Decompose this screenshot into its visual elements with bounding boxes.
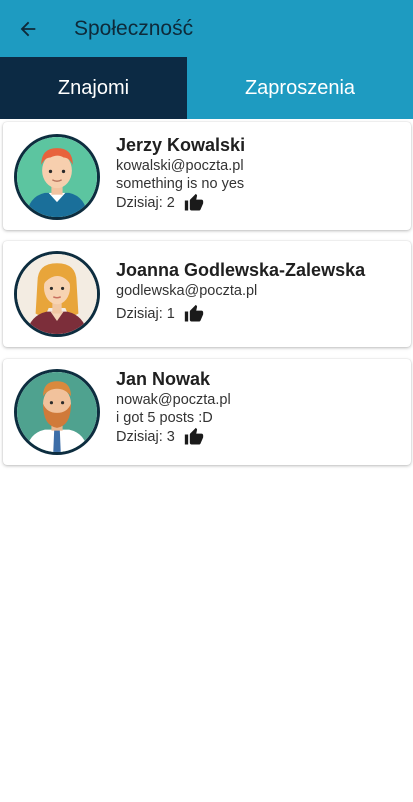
thumbs-up-icon[interactable] — [183, 427, 205, 447]
page-title: Społeczność — [74, 16, 194, 40]
friend-name: Joanna Godlewska-Zalewska — [116, 260, 366, 280]
tab-invitations[interactable]: Zaproszenia — [187, 57, 413, 119]
friend-name: Jerzy Kowalski — [116, 135, 246, 155]
tab-friends[interactable]: Znajomi — [0, 57, 187, 119]
thumbs-up-icon[interactable] — [183, 304, 205, 324]
friend-status: something is no yes — [116, 176, 245, 192]
avatar — [14, 369, 100, 455]
friend-email: nowak@poczta.pl — [116, 392, 231, 408]
friend-card[interactable]: Joanna Godlewska-Zalewska godlewska@pocz… — [3, 241, 411, 347]
friend-card[interactable]: Jerzy Kowalski kowalski@poczta.pl someth… — [3, 122, 411, 230]
friend-email: godlewska@poczta.pl — [116, 283, 258, 299]
friend-name: Jan Nowak — [116, 369, 211, 389]
likes-count: Dzisiaj: 3 — [116, 427, 231, 447]
app-bar: Społeczność — [0, 0, 413, 57]
likes-label: Dzisiaj: 1 — [116, 306, 175, 322]
arrow-left-icon — [20, 21, 36, 36]
likes-label: Dzisiaj: 3 — [116, 429, 175, 445]
friend-email: kowalski@poczta.pl — [116, 158, 244, 174]
friend-status: i got 5 posts :D — [116, 410, 213, 426]
likes-count: Dzisiaj: 2 — [116, 193, 245, 213]
tab-bar: Znajomi Zaproszenia — [0, 57, 413, 119]
avatar — [14, 251, 100, 337]
avatar — [14, 134, 100, 220]
thumbs-up-icon[interactable] — [183, 193, 205, 213]
friend-card[interactable]: Jan Nowak nowak@poczta.pl i got 5 posts … — [3, 359, 411, 465]
likes-label: Dzisiaj: 2 — [116, 195, 175, 211]
back-button[interactable] — [0, 0, 56, 57]
likes-count: Dzisiaj: 1 — [116, 304, 365, 324]
